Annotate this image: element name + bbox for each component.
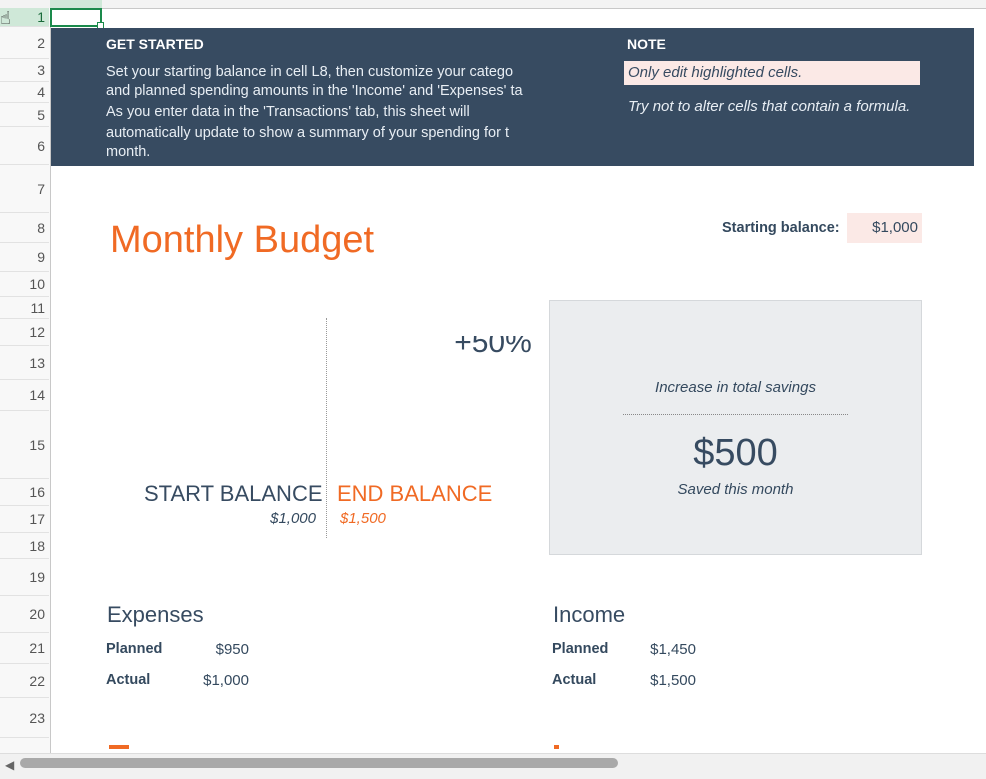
start-balance-value: $1,000 <box>270 510 316 527</box>
expenses-planned-label: Planned <box>106 641 163 657</box>
row-header-22[interactable]: 22 <box>0 664 49 698</box>
row-header-14[interactable]: 14 <box>0 380 49 411</box>
row-header-23[interactable]: 23 <box>0 698 49 738</box>
expenses-heading: Expenses <box>107 602 204 627</box>
row-header-9[interactable]: 9 <box>0 243 49 272</box>
row-header-20[interactable]: 20 <box>0 596 49 633</box>
get-started-line: month. <box>106 144 151 160</box>
row-header-15[interactable]: 15 <box>0 411 49 479</box>
get-started-line: As you enter data in the 'Transactions' … <box>106 104 470 120</box>
row-header-7[interactable]: 7 <box>0 165 49 213</box>
row-header-16[interactable]: 16 <box>0 479 49 506</box>
savings-percent: +50% <box>0 336 986 358</box>
row-header-4[interactable]: 4 <box>0 82 49 103</box>
row-header-bar: 1 2 3 4 5 6 7 8 9 10 11 12 13 14 15 16 17 18 19 20 21 22 23 <box>0 8 51 753</box>
row-header-6[interactable]: 6 <box>0 127 49 165</box>
saved-amount: $500 <box>693 432 778 474</box>
saved-amount-caption: Saved this month <box>677 481 794 498</box>
get-started-title: GET STARTED <box>106 36 204 52</box>
end-balance-label: END BALANCE <box>337 481 493 506</box>
end-balance-value: $1,500 <box>340 510 386 527</box>
starting-balance-input[interactable]: $1,000 <box>847 213 922 243</box>
savings-percent-caption: Increase in total savings <box>655 379 816 396</box>
row-header-3[interactable]: 3 <box>0 59 49 82</box>
column-header-bar <box>0 0 986 10</box>
row-header-5[interactable]: 5 <box>0 103 49 127</box>
get-started-line: Set your starting balance in cell L8, th… <box>106 64 514 80</box>
row-header-8[interactable]: 8 <box>0 213 49 243</box>
savings-percent-text: +50% <box>454 336 532 358</box>
get-started-line: and planned spending amounts in the 'Inc… <box>106 83 523 99</box>
get-started-line: automatically update to show a summary o… <box>106 125 509 141</box>
expenses-actual-value: $1,000 <box>203 672 249 689</box>
income-planned-value: $1,450 <box>650 641 696 658</box>
scroll-left-arrow-icon[interactable]: ◀ <box>5 758 14 772</box>
horizontal-scrollbar[interactable]: ◀ <box>0 753 986 779</box>
cut-off-heading-fragment <box>554 745 559 749</box>
get-started-text: Set your starting balance in cell L8, th… <box>106 62 551 163</box>
active-cell-selection[interactable] <box>50 8 104 29</box>
instructions-banner: GET STARTED Set your starting balance in… <box>51 28 974 166</box>
note-highlight-cell[interactable]: Only edit highlighted cells. <box>624 61 920 85</box>
scrollbar-thumb[interactable] <box>20 758 618 768</box>
row-header-19[interactable]: 19 <box>0 559 49 596</box>
income-actual-label: Actual <box>552 672 597 688</box>
row-header-2[interactable]: 2 <box>0 27 49 59</box>
start-balance-label: START BALANCE <box>144 481 323 506</box>
note-text: Try not to alter cells that contain a fo… <box>628 98 911 115</box>
income-actual-value: $1,500 <box>650 672 696 689</box>
starting-balance-label: Starting balance: <box>722 220 840 236</box>
expenses-planned-value: $950 <box>215 641 249 658</box>
row-header-21[interactable]: 21 <box>0 633 49 664</box>
hand-cursor-icon: ☝ <box>0 8 11 28</box>
cut-off-heading-fragment <box>109 745 129 749</box>
income-heading: Income <box>553 602 626 627</box>
note-title: NOTE <box>627 36 666 52</box>
row-header-18[interactable]: 18 <box>0 533 49 559</box>
savings-card-divider <box>623 414 848 415</box>
page-title: Monthly Budget <box>110 219 375 261</box>
income-planned-label: Planned <box>552 641 609 657</box>
row-header-11[interactable]: 11 <box>0 297 49 319</box>
row-header-10[interactable]: 10 <box>0 272 49 297</box>
expenses-actual-label: Actual <box>106 672 151 688</box>
row-header-17[interactable]: 17 <box>0 506 49 533</box>
